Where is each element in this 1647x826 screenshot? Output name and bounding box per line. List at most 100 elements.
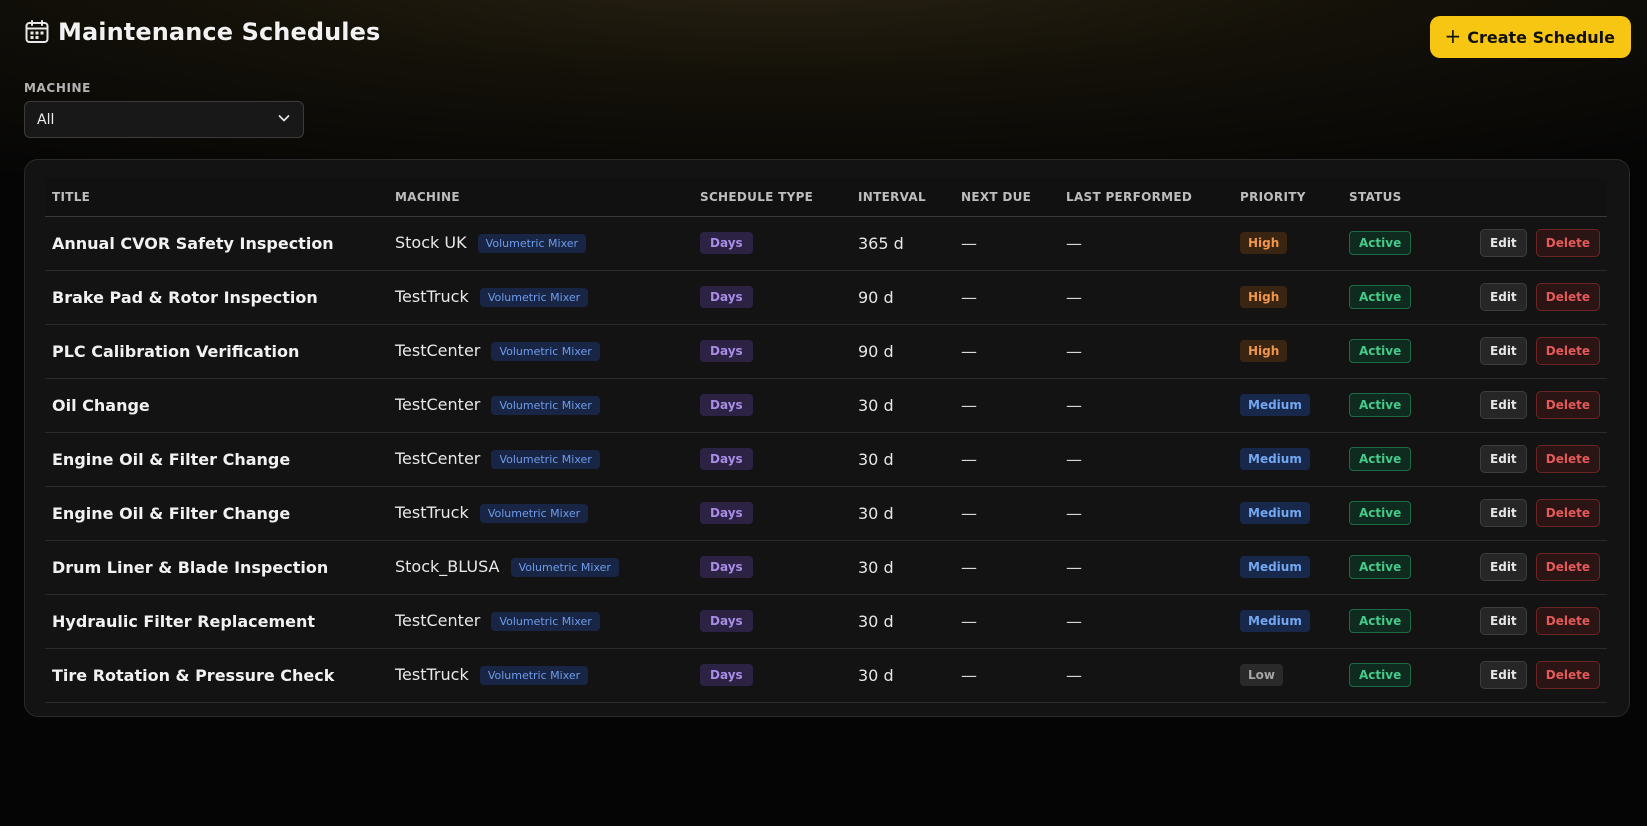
delete-button[interactable]: Delete [1535,607,1600,635]
column-header-priority[interactable]: PRIORITY [1233,178,1342,217]
edit-button[interactable]: Edit [1480,445,1527,473]
schedule-title: Hydraulic Filter Replacement [45,594,388,649]
delete-button[interactable]: Delete [1535,499,1600,527]
status-cell: Active [1342,540,1452,595]
next-due-value: — [954,324,1059,379]
machine-select[interactable]: All [24,101,304,138]
next-due-value: — [954,378,1059,433]
status-badge: Active [1349,285,1412,309]
last-performed-value: — [1059,486,1233,541]
edit-button[interactable]: Edit [1480,553,1527,581]
machine-cell: TestTruck Volumetric Mixer [388,270,693,325]
schedule-type-cell: Days [693,540,851,595]
priority-cell: Medium [1233,432,1342,487]
schedule-type-badge: Days [700,448,753,470]
edit-button[interactable]: Edit [1480,283,1527,311]
column-header-last-performed[interactable]: LAST PERFORMED [1059,178,1233,217]
schedule-title: Annual CVOR Safety Inspection [45,216,388,271]
create-schedule-button[interactable]: + Create Schedule [1430,16,1631,58]
status-cell: Active [1342,324,1452,379]
column-header-title[interactable]: TITLE [45,178,388,217]
delete-button[interactable]: Delete [1535,337,1600,365]
priority-cell: Low [1233,648,1342,703]
machine-type-badge: Volumetric Mixer [510,558,619,577]
row-actions: Edit Delete [1452,594,1607,649]
machine-cell: TestCenter Volumetric Mixer [388,594,693,649]
delete-button[interactable]: Delete [1535,445,1600,473]
machine-name: TestCenter [395,395,481,414]
table-row[interactable]: Hydraulic Filter Replacement TestCenter … [45,594,1607,649]
column-header-schedule-type[interactable]: SCHEDULE TYPE [693,178,851,217]
table-row[interactable]: Brake Pad & Rotor Inspection TestTruck V… [45,270,1607,325]
last-performed-value: — [1059,540,1233,595]
last-performed-value: — [1059,216,1233,271]
interval-value: 30 d [851,594,954,649]
schedule-type-cell: Days [693,594,851,649]
priority-cell: Medium [1233,594,1342,649]
status-cell: Active [1342,432,1452,487]
column-header-machine[interactable]: MACHINE [388,178,693,217]
column-header-status[interactable]: STATUS [1342,178,1452,217]
create-schedule-label: Create Schedule [1467,27,1615,47]
next-due-value: — [954,432,1059,487]
edit-button[interactable]: Edit [1480,391,1527,419]
interval-value: 30 d [851,540,954,595]
delete-button[interactable]: Delete [1535,661,1600,689]
next-due-value: — [954,486,1059,541]
priority-badge: Medium [1240,610,1310,632]
machine-cell: TestCenter Volumetric Mixer [388,432,693,487]
priority-cell: Medium [1233,540,1342,595]
status-badge: Active [1349,501,1412,525]
delete-button[interactable]: Delete [1535,391,1600,419]
machine-name: TestTruck [395,665,469,684]
delete-button[interactable]: Delete [1535,229,1600,257]
column-header-interval[interactable]: INTERVAL [851,178,954,217]
priority-badge: Medium [1240,448,1310,470]
page-title: Maintenance Schedules [58,18,381,46]
row-actions: Edit Delete [1452,216,1607,271]
edit-button[interactable]: Edit [1480,661,1527,689]
table-row[interactable]: PLC Calibration Verification TestCenter … [45,324,1607,379]
machine-cell: Stock UK Volumetric Mixer [388,216,693,271]
maintenance-schedules-page: Maintenance Schedules + Create Schedule … [0,0,1647,826]
schedule-type-cell: Days [693,486,851,541]
schedule-type-badge: Days [700,556,753,578]
table-row[interactable]: Engine Oil & Filter Change TestTruck Vol… [45,486,1607,541]
table-row[interactable]: Engine Oil & Filter Change TestCenter Vo… [45,432,1607,487]
priority-badge: High [1240,286,1288,308]
priority-badge: High [1240,232,1288,254]
machine-type-badge: Volumetric Mixer [491,450,600,469]
machine-filter-label: MACHINE [24,81,91,95]
edit-button[interactable]: Edit [1480,229,1527,257]
edit-button[interactable]: Edit [1480,607,1527,635]
table-row[interactable]: Oil Change TestCenter Volumetric Mixer D… [45,378,1607,433]
table-row[interactable]: Annual CVOR Safety Inspection Stock UK V… [45,216,1607,271]
schedule-type-badge: Days [700,394,753,416]
machine-cell: TestTruck Volumetric Mixer [388,486,693,541]
column-header-next-due[interactable]: NEXT DUE [954,178,1059,217]
edit-button[interactable]: Edit [1480,499,1527,527]
delete-button[interactable]: Delete [1535,283,1600,311]
machine-type-badge: Volumetric Mixer [491,342,600,361]
last-performed-value: — [1059,432,1233,487]
table-row[interactable]: Tire Rotation & Pressure Check TestTruck… [45,648,1607,703]
machine-filter: MACHINE All [24,81,304,138]
delete-button[interactable]: Delete [1535,553,1600,581]
status-badge: Active [1349,609,1412,633]
machine-cell: TestCenter Volumetric Mixer [388,324,693,379]
edit-button[interactable]: Edit [1480,337,1527,365]
schedule-title: Engine Oil & Filter Change [45,486,388,541]
next-due-value: — [954,216,1059,271]
interval-value: 30 d [851,648,954,703]
machine-cell: TestCenter Volumetric Mixer [388,378,693,433]
table-row[interactable]: Drum Liner & Blade Inspection Stock_BLUS… [45,540,1607,595]
machine-type-badge: Volumetric Mixer [479,288,589,307]
priority-cell: High [1233,324,1342,379]
priority-cell: High [1233,216,1342,271]
priority-badge: Medium [1240,502,1310,524]
priority-badge: Medium [1240,394,1310,416]
schedules-table: TITLE MACHINE SCHEDULE TYPE INTERVAL NEX… [45,178,1607,703]
schedule-title: PLC Calibration Verification [45,324,388,379]
schedule-title: Tire Rotation & Pressure Check [45,648,388,703]
interval-value: 30 d [851,378,954,433]
